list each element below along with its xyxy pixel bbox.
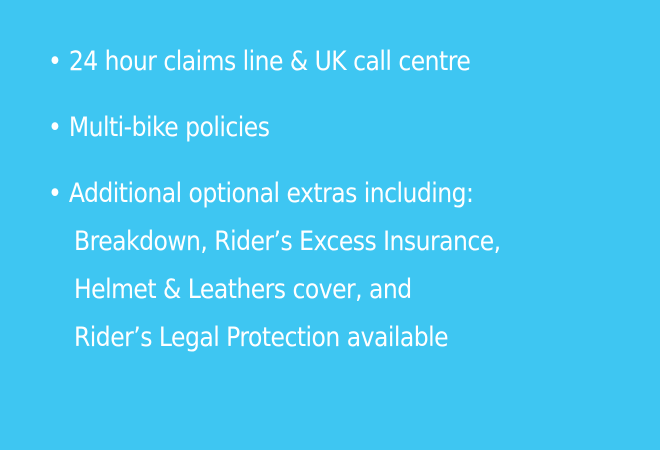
feature-text: 24 hour claims line & UK call centre — [68, 46, 471, 77]
feature-item-multi-bike: • Multi-bike policies — [48, 112, 270, 143]
bullet-icon: • — [48, 46, 62, 77]
feature-list-panel: • 24 hour claims line & UK call centre • M… — [0, 0, 660, 450]
feature-continuation-line: Helmet & Leathers cover, and — [74, 274, 412, 305]
feature-continuation-line: Breakdown, Rider’s Excess Insurance, — [74, 226, 501, 257]
feature-text: Additional optional extras including: — [68, 178, 474, 209]
bullet-icon: • — [48, 112, 62, 143]
feature-text: Multi-bike policies — [68, 112, 270, 143]
feature-item-claims-line: • 24 hour claims line & UK call centre — [48, 46, 471, 77]
bullet-icon: • — [48, 178, 62, 209]
feature-item-optional-extras: • Additional optional extras including: — [48, 178, 474, 209]
feature-continuation-line: Rider’s Legal Protection available — [74, 322, 449, 353]
